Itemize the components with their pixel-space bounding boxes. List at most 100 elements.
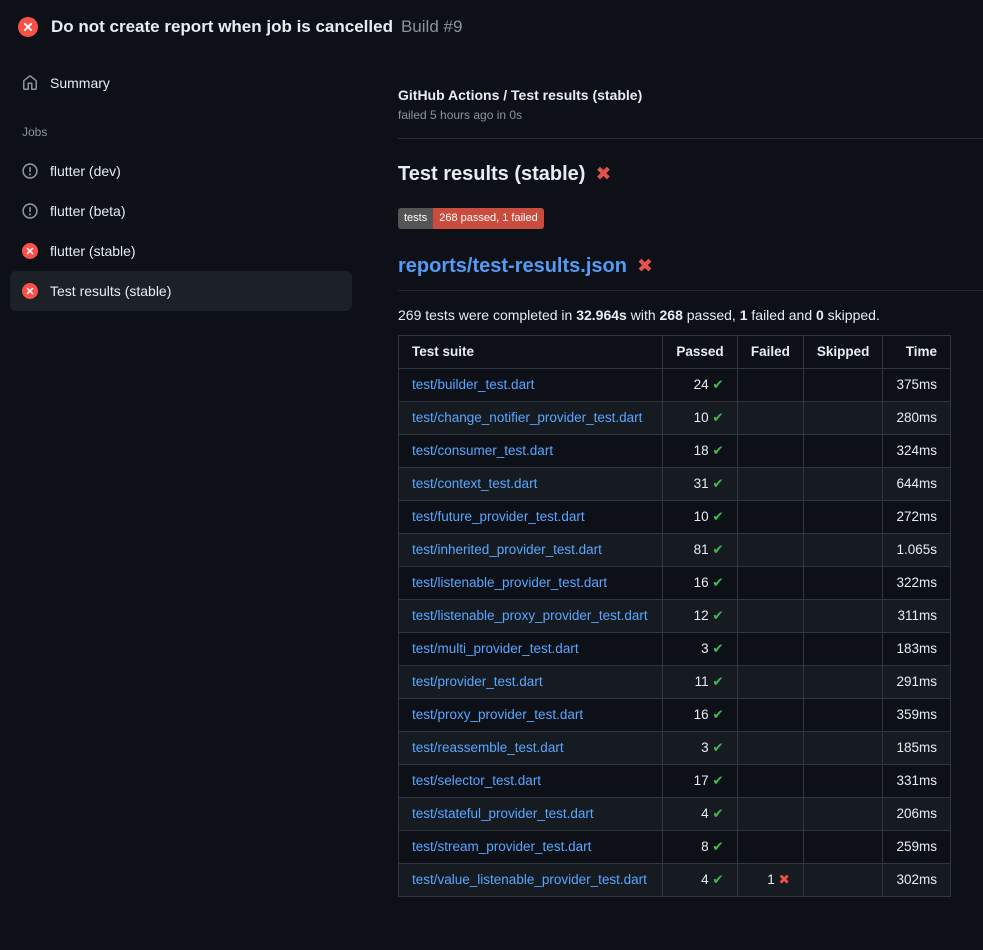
check-title: Do not create report when job is cancell… bbox=[51, 17, 393, 37]
passed-check-icon: ✔ bbox=[712, 674, 723, 689]
failed-cell bbox=[737, 501, 803, 534]
failed-cell: 1 ✖ bbox=[737, 864, 803, 897]
table-row: test/change_notifier_provider_test.dart 1… bbox=[399, 402, 951, 435]
main-content: GitHub Actions / Test results (stable) f… bbox=[364, 49, 983, 897]
passed-check-icon: ✔ bbox=[712, 443, 723, 458]
test-suite-link[interactable]: test/value_listenable_provider_test.dart bbox=[412, 872, 647, 887]
time-cell: 183ms bbox=[883, 633, 951, 666]
passed-check-icon: ✔ bbox=[712, 773, 723, 788]
test-suite-link[interactable]: test/builder_test.dart bbox=[412, 377, 534, 392]
time-cell: 1.065s bbox=[883, 534, 951, 567]
failed-cell bbox=[737, 831, 803, 864]
home-icon bbox=[22, 75, 38, 91]
section-title-text: Test results (stable) bbox=[398, 163, 585, 186]
page-title: Do not create report when job is cancell… bbox=[51, 17, 462, 37]
passed-cell: 12 ✔ bbox=[663, 600, 737, 633]
failed-cell bbox=[737, 699, 803, 732]
test-suite-link[interactable]: test/future_provider_test.dart bbox=[412, 509, 585, 524]
passed-check-icon: ✔ bbox=[712, 608, 723, 623]
test-suite-link[interactable]: test/reassemble_test.dart bbox=[412, 740, 564, 755]
test-suite-link[interactable]: test/stream_provider_test.dart bbox=[412, 839, 591, 854]
skipped-cell bbox=[803, 831, 883, 864]
failed-cell bbox=[737, 600, 803, 633]
test-suite-link[interactable]: test/stateful_provider_test.dart bbox=[412, 806, 594, 821]
passed-cell: 8 ✔ bbox=[663, 831, 737, 864]
skipped-cell bbox=[803, 666, 883, 699]
table-row: test/proxy_provider_test.dart 16 ✔ 359ms bbox=[399, 699, 951, 732]
passed-check-icon: ✔ bbox=[712, 575, 723, 590]
suite-cell: test/reassemble_test.dart bbox=[399, 732, 663, 765]
suite-cell: test/provider_test.dart bbox=[399, 666, 663, 699]
report-link[interactable]: reports/test-results.json bbox=[398, 255, 627, 278]
suite-cell: test/consumer_test.dart bbox=[399, 435, 663, 468]
table-row: test/value_listenable_provider_test.dart… bbox=[399, 864, 951, 897]
count-value: 3 bbox=[701, 740, 712, 755]
test-suite-link[interactable]: test/selector_test.dart bbox=[412, 773, 541, 788]
time-cell: 311ms bbox=[883, 600, 951, 633]
passed-cell: 16 ✔ bbox=[663, 699, 737, 732]
test-suite-link[interactable]: test/consumer_test.dart bbox=[412, 443, 553, 458]
table-row: test/consumer_test.dart18 ✔324ms bbox=[399, 435, 951, 468]
badge-value: 268 passed, 1 failed bbox=[433, 208, 543, 229]
test-suite-link[interactable]: test/provider_test.dart bbox=[412, 674, 543, 689]
test-suite-link[interactable]: test/proxy_provider_test.dart bbox=[412, 707, 583, 722]
count-value: 4 bbox=[701, 806, 712, 821]
build-number: Build #9 bbox=[401, 17, 462, 37]
count-value: 24 bbox=[694, 377, 713, 392]
sidebar-item-summary[interactable]: Summary bbox=[10, 63, 352, 103]
skipped-cell bbox=[803, 501, 883, 534]
passed-check-icon: ✔ bbox=[712, 806, 723, 821]
passed-cell: 11 ✔ bbox=[663, 666, 737, 699]
table-row: test/stream_provider_test.dart8 ✔259ms bbox=[399, 831, 951, 864]
run-meta: failed 5 hours ago in 0s bbox=[398, 108, 983, 122]
test-suite-link[interactable]: test/listenable_proxy_provider_test.dart bbox=[412, 608, 648, 623]
sidebar-item-flutter-dev[interactable]: flutter (dev) bbox=[10, 151, 352, 191]
divider bbox=[398, 138, 983, 139]
count-value: 11 bbox=[695, 674, 713, 689]
summary-fragment: 32.964s bbox=[576, 307, 627, 323]
time-cell: 359ms bbox=[883, 699, 951, 732]
job-label: Test results (stable) bbox=[50, 283, 171, 299]
suite-cell: test/multi_provider_test.dart bbox=[399, 633, 663, 666]
passed-cell: 3 ✔ bbox=[663, 732, 737, 765]
failed-cell bbox=[737, 435, 803, 468]
suite-cell: test/listenable_proxy_provider_test.dart bbox=[399, 600, 663, 633]
jobs-section-label: Jobs bbox=[10, 125, 352, 139]
passed-cell: 10 ✔ bbox=[663, 402, 737, 435]
col-test-suite: Test suite bbox=[399, 336, 663, 369]
sidebar-item-flutter-stable[interactable]: flutter (stable) bbox=[10, 231, 352, 271]
suite-cell: test/listenable_provider_test.dart bbox=[399, 567, 663, 600]
skipped-cell bbox=[803, 633, 883, 666]
count-value: 17 bbox=[694, 773, 713, 788]
sidebar-item-flutter-beta[interactable]: flutter (beta) bbox=[10, 191, 352, 231]
test-suite-link[interactable]: test/change_notifier_provider_test.dart bbox=[412, 410, 642, 425]
failed-x-icon: ✖ bbox=[779, 872, 790, 887]
suite-cell: test/selector_test.dart bbox=[399, 765, 663, 798]
suite-cell: test/stream_provider_test.dart bbox=[399, 831, 663, 864]
suite-cell: test/inherited_provider_test.dart bbox=[399, 534, 663, 567]
passed-check-icon: ✔ bbox=[712, 542, 723, 557]
skipped-cell bbox=[803, 567, 883, 600]
passed-cell: 4 ✔ bbox=[663, 864, 737, 897]
passed-cell: 31 ✔ bbox=[663, 468, 737, 501]
summary-fragment: 269 tests were completed in bbox=[398, 307, 576, 323]
time-cell: 206ms bbox=[883, 798, 951, 831]
x-circle-icon bbox=[22, 283, 38, 299]
test-suite-link[interactable]: test/listenable_provider_test.dart bbox=[412, 575, 607, 590]
time-cell: 302ms bbox=[883, 864, 951, 897]
table-row: test/reassemble_test.dart3 ✔185ms bbox=[399, 732, 951, 765]
skipped-cell bbox=[803, 369, 883, 402]
passed-cell: 3 ✔ bbox=[663, 633, 737, 666]
breadcrumb: GitHub Actions / Test results (stable) bbox=[398, 87, 983, 103]
failed-cell bbox=[737, 666, 803, 699]
badge-row: tests 268 passed, 1 failed bbox=[398, 208, 983, 229]
time-cell: 322ms bbox=[883, 567, 951, 600]
test-suite-link[interactable]: test/inherited_provider_test.dart bbox=[412, 542, 602, 557]
test-suite-link[interactable]: test/context_test.dart bbox=[412, 476, 537, 491]
table-header-row: Test suite Passed Failed Skipped Time bbox=[399, 336, 951, 369]
passed-check-icon: ✔ bbox=[712, 872, 723, 887]
failed-status-icon bbox=[18, 17, 38, 37]
sidebar-item-test-results-stable[interactable]: Test results (stable) bbox=[10, 271, 352, 311]
test-suite-link[interactable]: test/multi_provider_test.dart bbox=[412, 641, 579, 656]
suite-cell: test/context_test.dart bbox=[399, 468, 663, 501]
